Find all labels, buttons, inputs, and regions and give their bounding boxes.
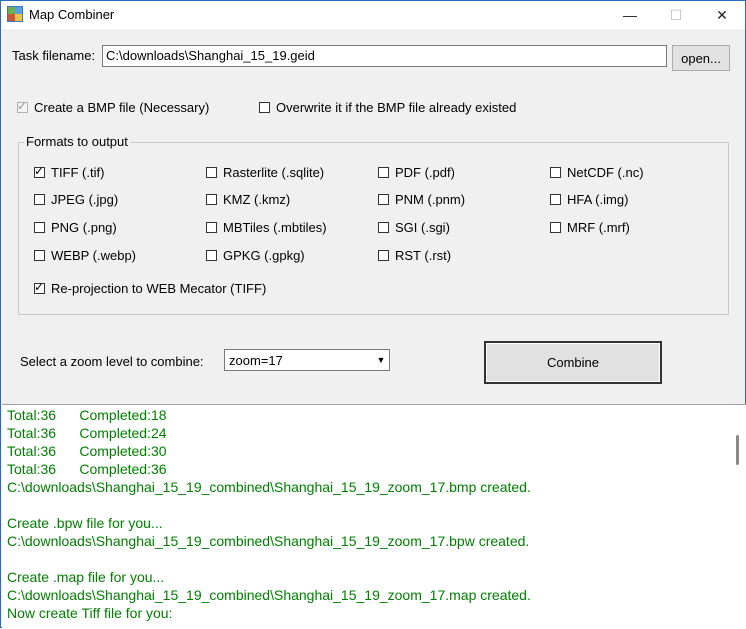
- zoom-select[interactable]: zoom=17 ▼: [224, 349, 390, 371]
- check-icon: ✓: [34, 164, 45, 178]
- checkbox-box[interactable]: [206, 250, 217, 261]
- format-label: MRF (.mrf): [567, 220, 630, 235]
- format-tiff-checkbox[interactable]: ✓ TIFF (.tif): [34, 164, 105, 180]
- format-kmz-checkbox[interactable]: KMZ (.kmz): [206, 192, 290, 207]
- checkbox-box[interactable]: [550, 194, 561, 205]
- log-line: Total:36 Completed:18: [7, 407, 167, 423]
- format-label: KMZ (.kmz): [223, 192, 291, 207]
- chevron-down-icon[interactable]: ▼: [372, 350, 389, 370]
- format-label: Rasterlite (.sqlite): [223, 165, 325, 180]
- format-rst-checkbox[interactable]: RST (.rst): [378, 248, 451, 263]
- format-label: SGI (.sgi): [395, 220, 450, 235]
- checkbox-box[interactable]: [550, 167, 561, 178]
- map-combiner-window: Map Combiner — ☐ ✕ Task filename: C:\dow…: [0, 0, 746, 629]
- overwrite-label: Overwrite it if the BMP file already exi…: [276, 100, 517, 115]
- reprojection-checkbox[interactable]: ✓ Re-projection to WEB Mecator (TIFF): [34, 280, 267, 296]
- format-label: PDF (.pdf): [395, 165, 455, 180]
- format-label: MBTiles (.mbtiles): [223, 220, 327, 235]
- checkbox-box[interactable]: [378, 222, 389, 233]
- task-filename-input[interactable]: C:\downloads\Shanghai_15_19.geid: [102, 45, 667, 67]
- minimize-button[interactable]: —: [607, 1, 653, 29]
- format-pnm-checkbox[interactable]: PNM (.pnm): [378, 192, 465, 207]
- overwrite-checkbox[interactable]: Overwrite it if the BMP file already exi…: [259, 100, 516, 115]
- close-button[interactable]: ✕: [699, 1, 745, 29]
- combine-button[interactable]: Combine: [484, 341, 662, 384]
- checkbox-box[interactable]: [206, 194, 217, 205]
- checkbox-box[interactable]: [34, 194, 45, 205]
- create-bmp-label: Create a BMP file (Necessary): [34, 100, 210, 115]
- checkbox-box[interactable]: [259, 102, 270, 113]
- format-webp-checkbox[interactable]: WEBP (.webp): [34, 248, 136, 263]
- format-mrf-checkbox[interactable]: MRF (.mrf): [550, 220, 630, 235]
- format-mbtiles-checkbox[interactable]: MBTiles (.mbtiles): [206, 220, 327, 235]
- log-line: Total:36 Completed:36: [7, 461, 167, 477]
- format-label: JPEG (.jpg): [51, 192, 119, 207]
- zoom-value: zoom=17: [229, 353, 283, 368]
- format-label: WEBP (.webp): [51, 248, 137, 263]
- log-line: C:\downloads\Shanghai_15_19_combined\Sha…: [7, 587, 531, 603]
- task-filename-label: Task filename:: [12, 48, 96, 63]
- log-line: Create .map file for you...: [7, 569, 165, 585]
- title-bar: Map Combiner — ☐ ✕: [1, 1, 745, 29]
- checkbox-box[interactable]: [34, 250, 45, 261]
- checkbox-box[interactable]: [378, 194, 389, 205]
- reprojection-label: Re-projection to WEB Mecator (TIFF): [51, 281, 267, 296]
- format-label: TIFF (.tif): [51, 165, 105, 180]
- format-netcdf-checkbox[interactable]: NetCDF (.nc): [550, 165, 644, 180]
- log-line: Now create Tiff file for you:: [7, 605, 173, 621]
- format-label: NetCDF (.nc): [567, 165, 644, 180]
- format-sgi-checkbox[interactable]: SGI (.sgi): [378, 220, 450, 235]
- format-jpeg-checkbox[interactable]: JPEG (.jpg): [34, 192, 118, 207]
- app-icon: [7, 6, 23, 22]
- checkbox-box[interactable]: ✓: [34, 164, 45, 178]
- checkbox-box[interactable]: [206, 222, 217, 233]
- checkbox-box[interactable]: [378, 250, 389, 261]
- maximize-button[interactable]: ☐: [653, 1, 699, 29]
- log-line: Total:36 Completed:24: [7, 425, 167, 441]
- log-scrollbar-thumb[interactable]: [736, 435, 739, 465]
- log-line: Total:36 Completed:30: [7, 443, 167, 459]
- format-label: PNG (.png): [51, 220, 117, 235]
- checkbox-box[interactable]: [550, 222, 561, 233]
- log-line: Create .bpw file for you...: [7, 515, 163, 531]
- window-title: Map Combiner: [29, 7, 115, 22]
- format-label: HFA (.img): [567, 192, 629, 207]
- format-gpkg-checkbox[interactable]: GPKG (.gpkg): [206, 248, 305, 263]
- checkbox-box: ✓: [17, 99, 28, 113]
- checkbox-box[interactable]: ✓: [34, 280, 45, 294]
- check-icon: ✓: [34, 280, 45, 294]
- checkbox-box[interactable]: [206, 167, 217, 178]
- checkbox-box[interactable]: [34, 222, 45, 233]
- log-output[interactable]: Total:36 Completed:18 Total:36 Completed…: [2, 404, 746, 629]
- zoom-label: Select a zoom level to combine:: [20, 354, 204, 369]
- checkbox-box[interactable]: [378, 167, 389, 178]
- log-line: C:\downloads\Shanghai_15_19_combined\Sha…: [7, 533, 530, 549]
- log-line: C:\downloads\Shanghai_15_19_combined\Sha…: [7, 479, 531, 495]
- format-rasterlite-checkbox[interactable]: Rasterlite (.sqlite): [206, 165, 324, 180]
- format-png-checkbox[interactable]: PNG (.png): [34, 220, 117, 235]
- create-bmp-checkbox: ✓ Create a BMP file (Necessary): [17, 99, 210, 115]
- format-label: GPKG (.gpkg): [223, 248, 305, 263]
- check-icon: ✓: [17, 99, 28, 113]
- format-pdf-checkbox[interactable]: PDF (.pdf): [378, 165, 455, 180]
- open-button[interactable]: open...: [672, 45, 730, 71]
- format-label: RST (.rst): [395, 248, 452, 263]
- format-label: PNM (.pnm): [395, 192, 466, 207]
- format-hfa-checkbox[interactable]: HFA (.img): [550, 192, 628, 207]
- formats-legend: Formats to output: [24, 134, 130, 149]
